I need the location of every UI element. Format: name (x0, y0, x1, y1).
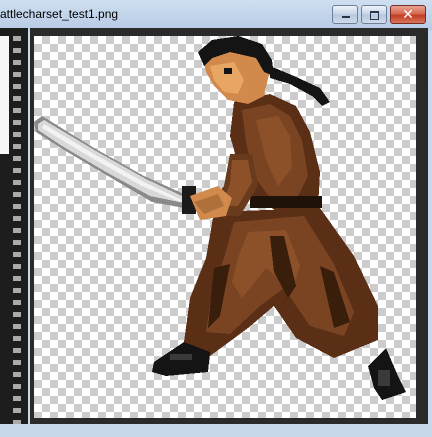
title-bar[interactable]: attlecharset_test1.png ✕ (0, 0, 432, 30)
head (198, 36, 330, 106)
hakama (184, 208, 378, 358)
close-button[interactable]: ✕ (390, 5, 426, 24)
obi-sash (250, 196, 322, 208)
image-canvas[interactable] (34, 36, 416, 418)
window-bottom-border (0, 424, 432, 437)
minimize-icon (342, 16, 350, 18)
filmstrip-thumbnail[interactable] (0, 36, 9, 154)
filmstrip-sprocket-holes (13, 32, 21, 432)
eye (224, 68, 232, 74)
window-title: attlecharset_test1.png (0, 7, 119, 21)
samurai-sprite-icon (34, 36, 406, 400)
image-viewer-window: attlecharset_test1.png ✕ (0, 0, 432, 437)
arm (190, 154, 258, 220)
maximize-button[interactable] (361, 5, 387, 24)
minimize-button[interactable] (332, 5, 358, 24)
filmstrip-panel[interactable] (0, 28, 28, 437)
sword-blade (34, 116, 184, 208)
close-icon: ✕ (402, 6, 414, 22)
maximize-icon (370, 11, 379, 20)
